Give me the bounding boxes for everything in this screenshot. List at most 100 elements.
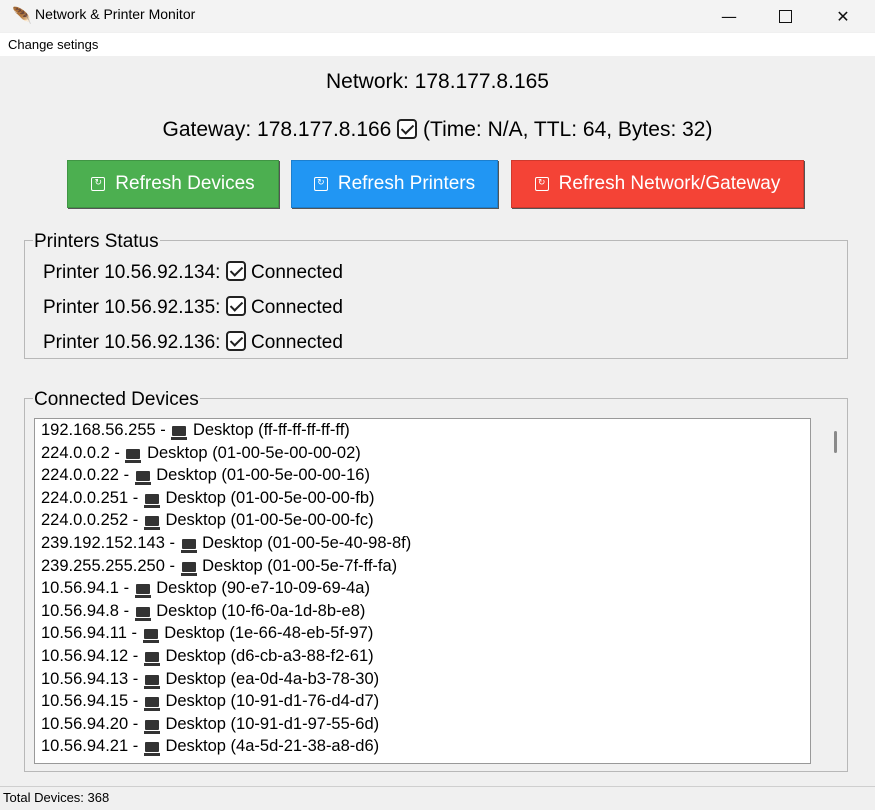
list-item[interactable]: 10.56.94.12 - Desktop (d6-cb-a3-88-f2-61…: [35, 645, 810, 668]
refresh-printers-label: Refresh Printers: [337, 173, 476, 194]
printer-name: Printer 10.56.92.136:: [43, 332, 221, 353]
device-ip: 10.56.94.20 -: [41, 714, 139, 733]
list-item[interactable]: 10.56.94.1 - Desktop (90-e7-10-09-69-4a): [35, 577, 810, 600]
device-ip: 10.56.94.11 -: [41, 624, 138, 643]
check-icon: [225, 331, 246, 351]
list-item[interactable]: 224.0.0.252 - Desktop (01-00-5e-00-00-fc…: [35, 509, 810, 532]
total-devices-label: Total Devices: 368: [3, 790, 110, 805]
desktop-icon: [143, 493, 160, 508]
desktop-icon: [171, 426, 188, 440]
printer-name: Printer 10.56.92.135:: [43, 297, 221, 318]
check-icon: [397, 119, 418, 139]
devices-listbox[interactable]: 192.168.56.255 - Desktop (ff-ff-ff-ff-ff…: [34, 418, 811, 764]
device-label: Desktop (4a-5d-21-38-a8-d6): [165, 737, 380, 756]
desktop-icon: [143, 742, 160, 757]
menu-change-settings[interactable]: Change setings: [8, 37, 98, 52]
scrollbar-thumb[interactable]: [834, 431, 837, 453]
connected-devices-title: Connected Devices: [33, 389, 200, 411]
feather-icon: 🪶: [12, 8, 32, 25]
refresh-devices-button[interactable]: ↻ Refresh Devices: [67, 160, 279, 208]
refresh-icon: ↻: [313, 177, 328, 191]
title-bar: 🪶 Network & Printer Monitor — ✕: [0, 0, 875, 32]
desktop-icon: [143, 719, 160, 734]
refresh-network-button[interactable]: ↻ Refresh Network/Gateway: [511, 160, 804, 208]
devices-scrollbar[interactable]: [826, 418, 844, 764]
device-ip: 10.56.94.21 -: [41, 737, 139, 756]
list-item[interactable]: 239.192.152.143 - Desktop (01-00-5e-40-9…: [35, 532, 810, 555]
printer-row: Printer 10.56.92.134: Connected: [43, 261, 343, 284]
device-ip: 10.56.94.1 -: [41, 579, 130, 598]
list-item[interactable]: 10.56.94.20 - Desktop (10-91-d1-97-55-6d…: [35, 713, 810, 736]
device-label: Desktop (01-00-5e-40-98-8f): [202, 533, 412, 552]
window-title: Network & Printer Monitor: [35, 6, 196, 22]
device-label: Desktop (ff-ff-ff-ff-ff-ff): [192, 421, 350, 439]
printer-status: Connected: [251, 332, 343, 353]
gateway-details: (Time: N/A, TTL: 64, Bytes: 32): [423, 118, 713, 141]
list-item[interactable]: 10.56.94.11 - Desktop (1e-66-48-eb-5f-97…: [35, 622, 810, 645]
device-label: Desktop (01-00-5e-00-00-16): [156, 466, 370, 485]
device-ip: 224.0.0.251 -: [41, 488, 139, 507]
device-ip: 10.56.94.13 -: [41, 669, 139, 688]
device-ip: 10.56.94.8 -: [41, 601, 130, 620]
list-item[interactable]: 10.56.94.15 - Desktop (10-91-d1-76-d4-d7…: [35, 690, 810, 713]
maximize-icon[interactable]: [762, 0, 808, 32]
list-item[interactable]: 239.255.255.250 - Desktop (01-00-5e-7f-f…: [35, 555, 810, 578]
device-label: Desktop (01-00-5e-7f-ff-fa): [202, 556, 398, 575]
device-label: Desktop (d6-cb-a3-88-f2-61): [165, 646, 374, 665]
device-label: Desktop (10-91-d1-76-d4-d7): [165, 692, 380, 711]
device-label: Desktop (1e-66-48-eb-5f-97): [164, 624, 374, 643]
device-label: Desktop (10-91-d1-97-55-6d): [165, 714, 380, 733]
gateway-line: Gateway: 178.177.8.166 (Time: N/A, TTL: …: [0, 118, 875, 142]
device-ip: 192.168.56.255 -: [41, 421, 166, 439]
check-icon: [225, 261, 246, 281]
gateway-label: Gateway: 178.177.8.166: [162, 118, 392, 141]
device-label: Desktop (01-00-5e-00-00-02): [147, 443, 361, 462]
device-ip: 224.0.0.2 -: [41, 443, 120, 462]
device-ip: 239.255.255.250 -: [41, 556, 175, 575]
refresh-icon: ↻: [534, 177, 549, 191]
device-label: Desktop (01-00-5e-00-00-fc): [165, 511, 374, 530]
list-item[interactable]: 10.56.94.8 - Desktop (10-f6-0a-1d-8b-e8): [35, 600, 810, 623]
desktop-icon: [143, 674, 160, 689]
device-label: Desktop (90-e7-10-09-69-4a): [156, 579, 370, 598]
menu-bar: Change setings: [0, 33, 875, 56]
printer-row: Printer 10.56.92.136: Connected: [43, 331, 343, 354]
device-ip: 224.0.0.22 -: [41, 466, 130, 485]
desktop-icon: [134, 606, 151, 621]
device-ip: 239.192.152.143 -: [41, 533, 175, 552]
printers-status-group: Printers Status Printer 10.56.92.134: Co…: [24, 231, 848, 359]
printer-row: Printer 10.56.92.135: Connected: [43, 296, 343, 319]
network-label: Network: 178.177.8.165: [326, 70, 549, 93]
list-item[interactable]: 224.0.0.251 - Desktop (01-00-5e-00-00-fb…: [35, 487, 810, 510]
printer-name: Printer 10.56.92.134:: [43, 262, 221, 283]
status-bar: Total Devices: 368: [0, 786, 875, 810]
check-icon: [225, 296, 246, 316]
minimize-icon[interactable]: —: [706, 0, 752, 32]
desktop-icon: [143, 697, 160, 712]
refresh-devices-label: Refresh Devices: [115, 173, 255, 194]
device-ip: 10.56.94.15 -: [41, 692, 139, 711]
refresh-icon: ↻: [91, 177, 106, 191]
printers-status-title: Printers Status: [33, 231, 160, 253]
list-item[interactable]: 224.0.0.22 - Desktop (01-00-5e-00-00-16): [35, 464, 810, 487]
desktop-icon: [180, 538, 197, 553]
device-label: Desktop (10-f6-0a-1d-8b-e8): [156, 601, 366, 620]
desktop-icon: [134, 584, 151, 599]
desktop-icon: [143, 516, 160, 531]
list-item[interactable]: 224.0.0.2 - Desktop (01-00-5e-00-00-02): [35, 442, 810, 465]
desktop-icon: [142, 629, 159, 644]
list-item[interactable]: 10.56.94.21 - Desktop (4a-5d-21-38-a8-d6…: [35, 735, 810, 758]
device-ip: 10.56.94.12 -: [41, 646, 139, 665]
desktop-icon: [143, 651, 160, 666]
desktop-icon: [134, 471, 151, 486]
list-item[interactable]: 192.168.56.255 - Desktop (ff-ff-ff-ff-ff…: [35, 419, 810, 442]
refresh-network-label: Refresh Network/Gateway: [558, 173, 781, 194]
device-ip: 224.0.0.252 -: [41, 511, 139, 530]
refresh-printers-button[interactable]: ↻ Refresh Printers: [291, 160, 498, 208]
device-label: Desktop (01-00-5e-00-00-fb): [165, 488, 375, 507]
desktop-icon: [125, 448, 142, 463]
close-icon[interactable]: ✕: [820, 0, 866, 32]
list-item[interactable]: 10.56.94.13 - Desktop (ea-0d-4a-b3-78-30…: [35, 668, 810, 691]
desktop-icon: [180, 561, 197, 576]
printer-status: Connected: [251, 262, 343, 283]
